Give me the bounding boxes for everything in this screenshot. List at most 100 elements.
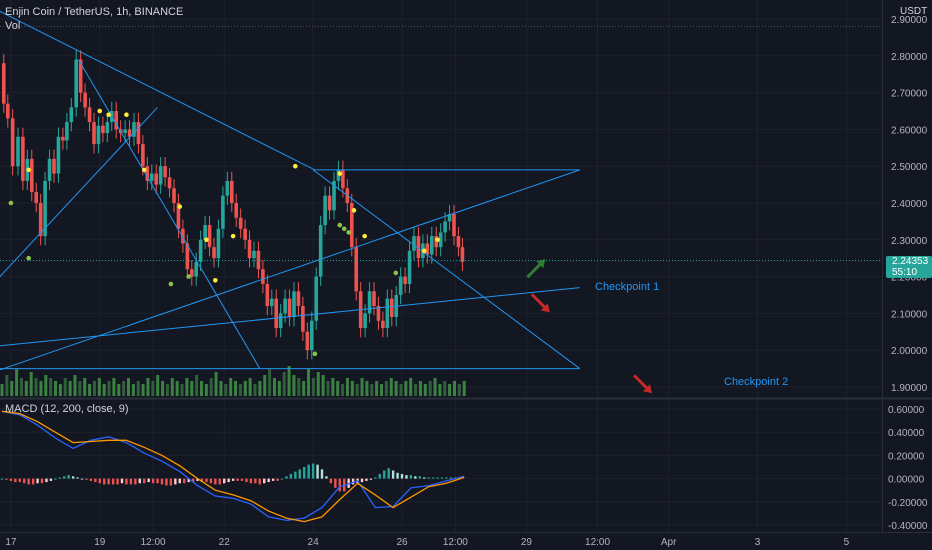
macd-histogram-bar xyxy=(214,478,217,485)
macd-histogram-bar xyxy=(27,478,30,485)
macd-histogram-bar xyxy=(334,478,337,488)
candle-body xyxy=(105,122,110,134)
macd-histogram-bar xyxy=(280,478,284,480)
macd-histogram-bar xyxy=(303,467,306,479)
signal-marker-yellow xyxy=(97,108,103,114)
macd-histogram-bar xyxy=(258,478,261,485)
macd-histogram-bar xyxy=(125,478,128,485)
volume-bar xyxy=(209,378,213,396)
volume-bar xyxy=(307,369,311,396)
macd-axis-label: -0.20000 xyxy=(888,498,928,509)
volume-bar xyxy=(112,378,116,396)
volume-bar xyxy=(88,384,92,396)
signal-marker-yellow xyxy=(421,248,427,254)
volume-bar xyxy=(448,384,452,396)
candle-body xyxy=(403,276,407,284)
candle-body xyxy=(1,63,6,104)
macd-histogram-bar xyxy=(383,470,386,479)
candle-body xyxy=(287,298,292,318)
candle-body xyxy=(74,59,79,108)
volume-bar xyxy=(452,381,456,396)
macd-axis-label: 0.40000 xyxy=(888,428,925,439)
macd-histogram-bar xyxy=(307,464,310,479)
macd-histogram-bar xyxy=(160,478,164,485)
macd-histogram-bar xyxy=(94,478,97,483)
candle-body xyxy=(96,125,101,145)
volume-bar xyxy=(277,381,281,396)
signal-marker-yellow xyxy=(26,167,31,173)
volume-bar xyxy=(404,381,408,396)
candle-body xyxy=(412,236,416,251)
time-axis-label: Apr xyxy=(661,537,677,548)
macd-histogram-bar xyxy=(67,475,70,479)
candle-body xyxy=(256,250,261,270)
volume-bar xyxy=(175,381,179,396)
price-axis-label: 1.90000 xyxy=(891,383,928,394)
candle-body xyxy=(212,247,216,259)
time-axis-label: 29 xyxy=(521,537,533,548)
price-axis-label: 2.60000 xyxy=(891,125,928,136)
macd-histogram-bar xyxy=(169,478,173,486)
candle-body xyxy=(372,291,376,307)
macd-histogram-bar xyxy=(205,478,208,483)
trendline[interactable] xyxy=(0,8,316,171)
signal-marker-green xyxy=(8,200,14,206)
time-axis-label: 12:00 xyxy=(141,537,166,548)
macd-histogram-bar xyxy=(223,478,226,484)
macd-histogram-bar xyxy=(409,475,413,479)
candle-body xyxy=(265,283,270,307)
macd-histogram-bar xyxy=(263,478,266,484)
volume-bar xyxy=(384,381,388,396)
macd-histogram-bar xyxy=(120,478,124,484)
volume-bar xyxy=(394,381,398,396)
volume-bar xyxy=(263,375,267,396)
signal-marker-green xyxy=(346,230,351,235)
volume-bar xyxy=(399,384,403,396)
volume-bar xyxy=(136,381,140,396)
macd-histogram-bar xyxy=(54,478,57,480)
macd-histogram-bar xyxy=(143,478,146,484)
volume-bar xyxy=(214,372,218,396)
volume-label: Vol xyxy=(5,20,21,32)
volume-bar xyxy=(331,378,335,396)
volume-bar xyxy=(326,381,330,396)
macd-histogram-bar xyxy=(396,472,399,479)
macd-histogram-bar xyxy=(294,471,297,479)
candle-body xyxy=(460,247,465,262)
signal-marker-yellow xyxy=(106,112,111,117)
candle-body xyxy=(83,92,87,108)
macd-histogram-bar xyxy=(151,478,155,484)
symbol-title: Enjin Coin / TetherUS, 1h, BINANCE xyxy=(5,6,184,18)
candle-body xyxy=(221,195,225,229)
checkpoint-2-label: Checkpoint 2 xyxy=(724,376,789,388)
trendline[interactable] xyxy=(312,169,581,369)
trendline[interactable] xyxy=(0,169,580,372)
trading-chart[interactable]: 1.900002.000002.100002.200002.300002.400… xyxy=(0,0,932,550)
volume-bar xyxy=(268,369,272,396)
volume-bar xyxy=(161,381,165,396)
volume-bar xyxy=(180,384,184,396)
volume-bar xyxy=(350,381,354,396)
signal-marker-yellow xyxy=(337,171,343,176)
macd-histogram-bar xyxy=(320,469,324,479)
volume-bar xyxy=(345,378,349,396)
candle-body xyxy=(92,122,96,145)
volume-bar xyxy=(243,381,247,396)
candle-body xyxy=(261,269,265,284)
candle-body xyxy=(318,225,323,277)
currency-label[interactable]: USDT xyxy=(900,6,927,17)
candle-body xyxy=(296,291,301,307)
candle-body xyxy=(292,291,296,318)
candle-body xyxy=(407,250,412,284)
volume-bar xyxy=(282,372,286,396)
macd-histogram-bar xyxy=(285,476,288,479)
macd-histogram-bar xyxy=(80,478,84,480)
macd-histogram-bar xyxy=(111,478,115,485)
candle-body xyxy=(238,217,243,229)
macd-histogram-bar xyxy=(174,478,177,485)
price-axis-label: 2.10000 xyxy=(891,309,928,320)
candle-body xyxy=(34,191,39,203)
macd-histogram-bar xyxy=(227,478,230,483)
macd-histogram-bar xyxy=(23,478,26,484)
volume-bar xyxy=(58,384,62,396)
